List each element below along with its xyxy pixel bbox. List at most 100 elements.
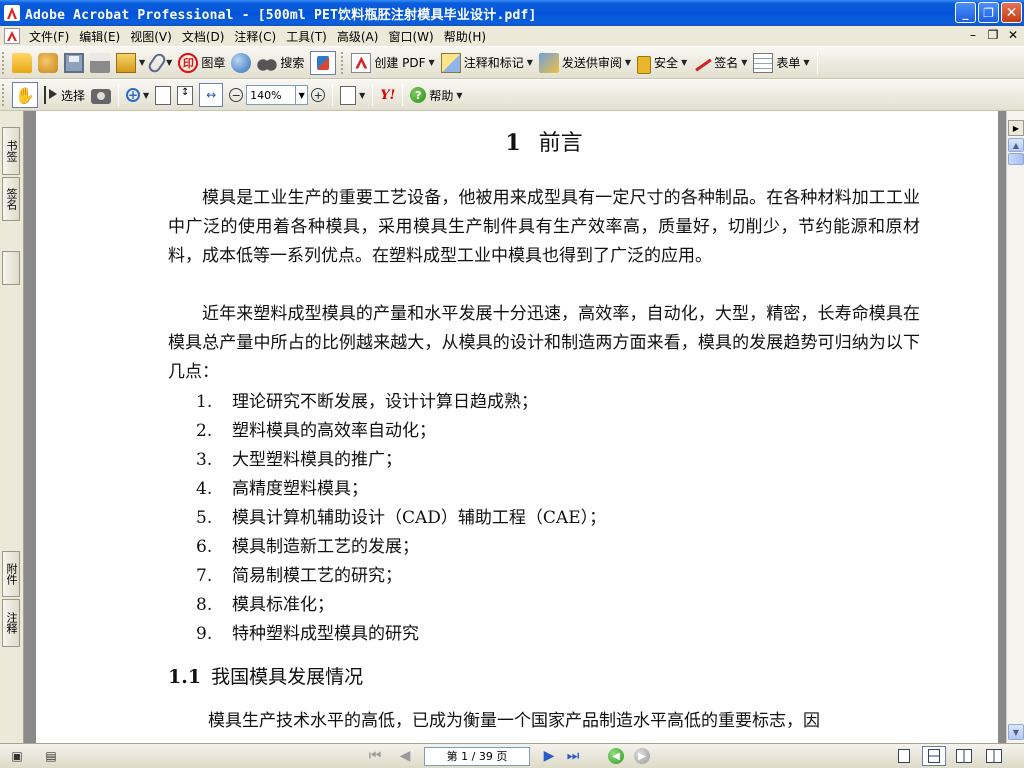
menu-bar: 文件(F) 编辑(E) 视图(V) 文档(D) 注释(C) 工具(T) 高级(A…	[0, 26, 1024, 46]
pen-tool-icon	[310, 50, 337, 75]
comment-markup-button[interactable]: 注释和标记 ▼	[438, 50, 536, 76]
help-icon: ?	[410, 87, 427, 103]
doc-restore-icon[interactable]: ❐	[986, 28, 1000, 42]
lock-icon	[637, 55, 652, 74]
help-button[interactable]: ? 帮助 ▼	[407, 82, 465, 108]
tab-attachments[interactable]: 附件	[2, 551, 20, 597]
menu-comments[interactable]: 注释(C)	[229, 28, 281, 45]
next-view-button[interactable]: ▶	[634, 748, 650, 764]
scrollbar-thumb[interactable]	[1008, 153, 1024, 165]
organizer-icon	[38, 52, 58, 73]
scroll-down-button[interactable]: ▼	[1008, 724, 1024, 740]
tab-layers[interactable]	[2, 251, 20, 285]
options-icon: ▤	[45, 749, 57, 763]
page-size-button[interactable]: ▣	[8, 747, 26, 765]
open-button[interactable]	[9, 50, 35, 76]
menu-window[interactable]: 窗口(W)	[383, 28, 438, 45]
paragraph-section: 模具生产技术水平的高低，已成为衡量一个国家产品制造水平高低的重要标志，因	[208, 711, 820, 731]
menu-view[interactable]: 视图(V)	[125, 28, 177, 45]
zoom-in-plus-icon: +	[311, 88, 326, 102]
chevron-down-icon: ▼	[741, 58, 748, 67]
stamp-button[interactable]: 印图章	[175, 50, 228, 76]
first-page-button[interactable]: ⏮	[366, 747, 384, 765]
doc-close-icon[interactable]: ✕	[1006, 28, 1020, 42]
edit-pen-button[interactable]	[307, 50, 339, 76]
search-button[interactable]: 搜索	[254, 50, 307, 76]
single-page-layout-button[interactable]	[892, 746, 916, 766]
print-button[interactable]	[87, 50, 113, 76]
tab-bookmarks[interactable]: 书签	[2, 127, 20, 175]
vertical-scrollbar[interactable]: ▶ ▲ ▼	[1006, 111, 1024, 743]
restore-icon: ❐	[983, 5, 994, 20]
panel-toggle-button[interactable]: ▶	[1008, 120, 1024, 136]
list-item: 3. 大型塑料模具的推广；	[196, 446, 606, 475]
acrobat-app-icon[interactable]	[4, 5, 20, 21]
rotate-view-button[interactable]: ▼	[337, 82, 368, 108]
list-item-text: 特种塑料成型模具的研究	[232, 624, 419, 644]
chevron-down-icon: ▼	[166, 58, 173, 67]
single-page-icon	[898, 749, 910, 763]
send-review-button[interactable]: 发送供审阅 ▼	[536, 50, 634, 76]
zoom-in-button[interactable]: +	[308, 82, 328, 108]
list-item-number: 6.	[196, 537, 213, 557]
previous-page-button[interactable]: ◀	[396, 747, 414, 765]
email-button[interactable]: ▼	[113, 50, 148, 76]
forms-button[interactable]: 表单 ▼	[750, 50, 812, 76]
document-menu-icon[interactable]	[4, 28, 20, 44]
camera-icon	[91, 89, 112, 104]
security-button[interactable]: 安全 ▼	[634, 50, 690, 76]
select-tool-button[interactable]: 选择	[41, 82, 88, 108]
menu-edit[interactable]: 编辑(E)	[74, 28, 125, 45]
monitor-icon: ▣	[11, 749, 23, 763]
scroll-up-button[interactable]: ▲	[1008, 138, 1024, 152]
window-controls: _ ❐ ✕	[955, 2, 1022, 23]
snapshot-button[interactable]	[88, 82, 114, 108]
last-page-button[interactable]: ⏭	[564, 747, 582, 765]
menu-document[interactable]: 文档(D)	[177, 28, 230, 45]
menu-help[interactable]: 帮助(H)	[439, 28, 491, 45]
menu-tools[interactable]: 工具(T)	[281, 28, 332, 45]
hand-tool-button[interactable]: ✋	[9, 82, 41, 108]
document-page[interactable]: 1 前言 模具是工业生产的重要工艺设备，他被用来成型具有一定尺寸的各种制品。在各种…	[36, 111, 998, 743]
minimize-button[interactable]: _	[955, 2, 976, 23]
navigation-panel: 书签 签名 附件 注释	[0, 111, 24, 743]
continuous-facing-layout-button[interactable]	[982, 746, 1006, 766]
list-item-text: 模具计算机辅助设计（CAD）辅助工程（CAE）；	[232, 508, 607, 528]
fit-width-button[interactable]: ↔	[196, 82, 226, 108]
tab-signatures[interactable]: 签名	[2, 177, 20, 221]
close-button[interactable]: ✕	[1001, 2, 1022, 23]
save-button[interactable]	[61, 50, 87, 76]
restore-button[interactable]: ❐	[978, 2, 999, 23]
menu-advanced[interactable]: 高级(A)	[332, 28, 384, 45]
attach-button[interactable]: ▼	[146, 50, 175, 76]
toolbar-grip[interactable]	[341, 51, 345, 74]
toolbar-grip[interactable]	[2, 51, 6, 74]
rotate-page-icon	[340, 85, 357, 105]
continuous-layout-button[interactable]	[922, 746, 946, 766]
tab-comments[interactable]: 注释	[2, 599, 20, 647]
web-button[interactable]	[228, 50, 254, 76]
zoom-in-tool-button[interactable]: + ▼	[123, 82, 152, 108]
back-arrow-icon: ◀	[612, 750, 620, 762]
menu-file[interactable]: 文件(F)	[24, 28, 74, 45]
actual-size-button[interactable]	[152, 82, 174, 108]
options-button[interactable]: ▤	[42, 747, 60, 765]
sign-button[interactable]: 签名 ▼	[690, 50, 750, 76]
page-number-field[interactable]: 第 1 / 39 页	[424, 746, 530, 766]
toolbar-grip[interactable]	[2, 84, 6, 106]
list-item-number: 3.	[196, 450, 213, 470]
zoom-input[interactable]: 140%	[246, 85, 297, 105]
stamp-label: 图章	[201, 56, 226, 70]
organizer-button[interactable]	[35, 50, 61, 76]
previous-view-button[interactable]: ◀	[608, 748, 624, 764]
doc-minimize-icon[interactable]: –	[966, 28, 980, 42]
next-page-button[interactable]: ▶	[540, 747, 558, 765]
zoom-out-button[interactable]: −	[226, 82, 246, 108]
list-item: 7. 简易制模工艺的研究；	[196, 562, 606, 591]
zoom-dropdown-button[interactable]: ▼	[296, 85, 309, 105]
chapter-heading: 1 前言	[168, 125, 920, 157]
yahoo-button[interactable]: Y!	[377, 82, 398, 108]
facing-layout-button[interactable]	[952, 746, 976, 766]
create-pdf-button[interactable]: 创建 PDF ▼	[348, 50, 437, 76]
fit-page-button[interactable]: ↕	[174, 82, 196, 108]
